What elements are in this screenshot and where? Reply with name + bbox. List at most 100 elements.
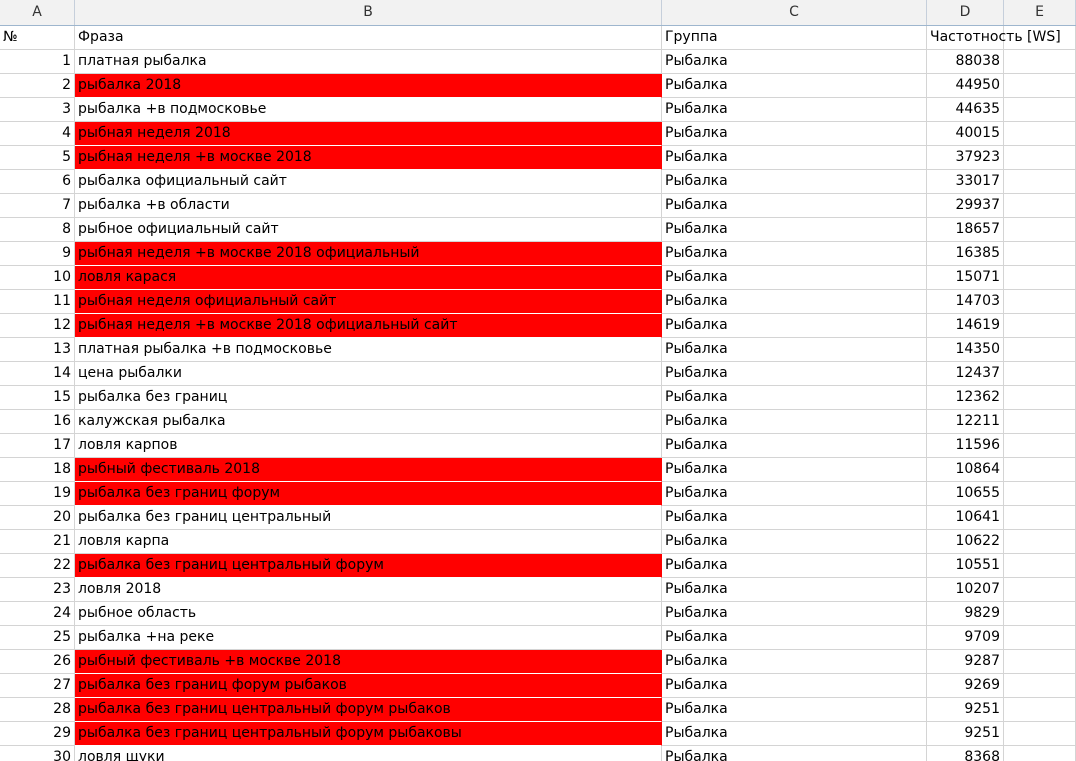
header-num-cell[interactable]: № xyxy=(0,26,75,50)
group-cell[interactable]: Рыбалка xyxy=(662,338,927,362)
freq-cell[interactable]: 33017 xyxy=(927,170,1004,194)
num-cell[interactable]: 23 xyxy=(0,578,75,602)
group-cell[interactable]: Рыбалка xyxy=(662,626,927,650)
num-cell[interactable]: 22 xyxy=(0,554,75,578)
empty-cell[interactable] xyxy=(1004,50,1076,74)
num-cell[interactable]: 16 xyxy=(0,410,75,434)
phrase-cell[interactable]: платная рыбалка +в подмосковье xyxy=(75,338,662,362)
phrase-cell[interactable]: рыбалка без границ центральный форум рыб… xyxy=(75,698,662,722)
empty-cell[interactable] xyxy=(1004,338,1076,362)
empty-cell[interactable] xyxy=(1004,98,1076,122)
freq-cell[interactable]: 11596 xyxy=(927,434,1004,458)
phrase-cell[interactable]: рыбалка без границ форум рыбаков xyxy=(75,674,662,698)
group-cell[interactable]: Рыбалка xyxy=(662,266,927,290)
num-cell[interactable]: 7 xyxy=(0,194,75,218)
freq-cell[interactable]: 88038 xyxy=(927,50,1004,74)
num-cell[interactable]: 15 xyxy=(0,386,75,410)
num-cell[interactable]: 4 xyxy=(0,122,75,146)
phrase-cell[interactable]: рыбалка 2018 xyxy=(75,74,662,98)
group-cell[interactable]: Рыбалка xyxy=(662,458,927,482)
empty-cell[interactable] xyxy=(1004,674,1076,698)
empty-cell[interactable] xyxy=(1004,146,1076,170)
freq-cell[interactable]: 40015 xyxy=(927,122,1004,146)
group-cell[interactable]: Рыбалка xyxy=(662,98,927,122)
group-cell[interactable]: Рыбалка xyxy=(662,674,927,698)
header-group-cell[interactable]: Группа xyxy=(662,26,927,50)
phrase-cell[interactable]: платная рыбалка xyxy=(75,50,662,74)
phrase-cell[interactable]: калужская рыбалка xyxy=(75,410,662,434)
num-cell[interactable]: 28 xyxy=(0,698,75,722)
num-cell[interactable]: 9 xyxy=(0,242,75,266)
group-cell[interactable]: Рыбалка xyxy=(662,578,927,602)
num-cell[interactable]: 27 xyxy=(0,674,75,698)
num-cell[interactable]: 29 xyxy=(0,722,75,746)
empty-cell[interactable] xyxy=(1004,362,1076,386)
group-cell[interactable]: Рыбалка xyxy=(662,506,927,530)
phrase-cell[interactable]: рыбное область xyxy=(75,602,662,626)
group-cell[interactable]: Рыбалка xyxy=(662,194,927,218)
phrase-cell[interactable]: ловля карася xyxy=(75,266,662,290)
empty-cell[interactable] xyxy=(1004,746,1076,761)
phrase-cell[interactable]: рыбный фестиваль +в москве 2018 xyxy=(75,650,662,674)
num-cell[interactable]: 24 xyxy=(0,602,75,626)
freq-cell[interactable]: 10641 xyxy=(927,506,1004,530)
header-empty-cell[interactable] xyxy=(1004,26,1076,50)
freq-cell[interactable]: 10864 xyxy=(927,458,1004,482)
phrase-cell[interactable]: рыбалка официальный сайт xyxy=(75,170,662,194)
empty-cell[interactable] xyxy=(1004,626,1076,650)
group-cell[interactable]: Рыбалка xyxy=(662,218,927,242)
num-cell[interactable]: 12 xyxy=(0,314,75,338)
header-freq-cell[interactable]: Частотность [WS] xyxy=(927,26,1061,50)
group-cell[interactable]: Рыбалка xyxy=(662,434,927,458)
phrase-cell[interactable]: рыбная неделя 2018 xyxy=(75,122,662,146)
phrase-cell[interactable]: ловля щуки xyxy=(75,746,662,761)
group-cell[interactable]: Рыбалка xyxy=(662,362,927,386)
group-cell[interactable]: Рыбалка xyxy=(662,482,927,506)
freq-cell[interactable]: 14619 xyxy=(927,314,1004,338)
group-cell[interactable]: Рыбалка xyxy=(662,746,927,761)
empty-cell[interactable] xyxy=(1004,578,1076,602)
num-cell[interactable]: 30 xyxy=(0,746,75,761)
phrase-cell[interactable]: рыбная неделя +в москве 2018 официальный xyxy=(75,242,662,266)
empty-cell[interactable] xyxy=(1004,650,1076,674)
freq-cell[interactable]: 37923 xyxy=(927,146,1004,170)
freq-cell[interactable]: 10655 xyxy=(927,482,1004,506)
empty-cell[interactable] xyxy=(1004,242,1076,266)
freq-cell[interactable]: 9251 xyxy=(927,698,1004,722)
num-cell[interactable]: 25 xyxy=(0,626,75,650)
freq-cell[interactable]: 44635 xyxy=(927,98,1004,122)
column-header-c[interactable]: C xyxy=(662,0,927,25)
group-cell[interactable]: Рыбалка xyxy=(662,722,927,746)
group-cell[interactable]: Рыбалка xyxy=(662,650,927,674)
phrase-cell[interactable]: рыбалка +в подмосковье xyxy=(75,98,662,122)
empty-cell[interactable] xyxy=(1004,386,1076,410)
phrase-cell[interactable]: цена рыбалки xyxy=(75,362,662,386)
empty-cell[interactable] xyxy=(1004,218,1076,242)
group-cell[interactable]: Рыбалка xyxy=(662,290,927,314)
phrase-cell[interactable]: рыбалка без границ xyxy=(75,386,662,410)
freq-cell[interactable]: 15071 xyxy=(927,266,1004,290)
freq-cell[interactable]: 14703 xyxy=(927,290,1004,314)
empty-cell[interactable] xyxy=(1004,698,1076,722)
column-header-a[interactable]: A xyxy=(0,0,75,25)
freq-cell[interactable]: 14350 xyxy=(927,338,1004,362)
num-cell[interactable]: 17 xyxy=(0,434,75,458)
phrase-cell[interactable]: рыбалка без границ центральный форум рыб… xyxy=(75,722,662,746)
empty-cell[interactable] xyxy=(1004,530,1076,554)
phrase-cell[interactable]: рыбная неделя +в москве 2018 xyxy=(75,146,662,170)
group-cell[interactable]: Рыбалка xyxy=(662,242,927,266)
freq-cell[interactable]: 12211 xyxy=(927,410,1004,434)
freq-cell[interactable]: 9251 xyxy=(927,722,1004,746)
phrase-cell[interactable]: рыбная неделя +в москве 2018 официальный… xyxy=(75,314,662,338)
freq-cell[interactable]: 10622 xyxy=(927,530,1004,554)
empty-cell[interactable] xyxy=(1004,602,1076,626)
empty-cell[interactable] xyxy=(1004,458,1076,482)
num-cell[interactable]: 6 xyxy=(0,170,75,194)
empty-cell[interactable] xyxy=(1004,122,1076,146)
column-header-d[interactable]: D xyxy=(927,0,1004,25)
phrase-cell[interactable]: рыбное официальный сайт xyxy=(75,218,662,242)
empty-cell[interactable] xyxy=(1004,74,1076,98)
num-cell[interactable]: 3 xyxy=(0,98,75,122)
column-header-e[interactable]: E xyxy=(1004,0,1076,25)
empty-cell[interactable] xyxy=(1004,554,1076,578)
